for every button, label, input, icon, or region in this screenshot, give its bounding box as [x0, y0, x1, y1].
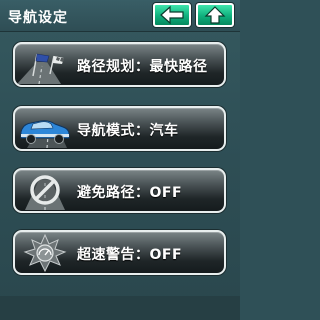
left-arrow-icon — [160, 5, 184, 25]
avoid-route-button[interactable]: 避免路径：OFF — [13, 168, 226, 213]
no-road-icon — [25, 175, 65, 210]
up-button[interactable] — [196, 3, 234, 27]
route-flags-icon — [17, 53, 64, 84]
speed-warning-label: 超速警告：OFF — [77, 247, 183, 263]
avoid-route-label: 避免路径：OFF — [77, 185, 183, 201]
title-bar: 导航设定 — [0, 0, 240, 32]
car-icon — [20, 120, 70, 148]
back-button[interactable] — [153, 3, 191, 27]
route-planning-button[interactable]: 路径规划：最快路径 — [13, 42, 226, 87]
speed-warning-button[interactable]: 超速警告：OFF — [13, 230, 226, 275]
up-arrow-icon — [204, 6, 226, 24]
speed-warning-icon — [23, 234, 67, 272]
title-bar-divider — [0, 31, 240, 32]
navigation-mode-button[interactable]: 导航模式：汽车 — [13, 106, 226, 151]
footer-bar — [0, 296, 240, 320]
navigation-mode-label: 导航模式：汽车 — [77, 123, 179, 139]
navigation-settings-screen: 导航设定 路径规划：最快路径 导航模式：汽车 避免路径：OFF 超速警告：OFF — [0, 0, 240, 320]
route-planning-label: 路径规划：最快路径 — [77, 59, 208, 75]
page-title: 导航设定 — [8, 10, 68, 26]
